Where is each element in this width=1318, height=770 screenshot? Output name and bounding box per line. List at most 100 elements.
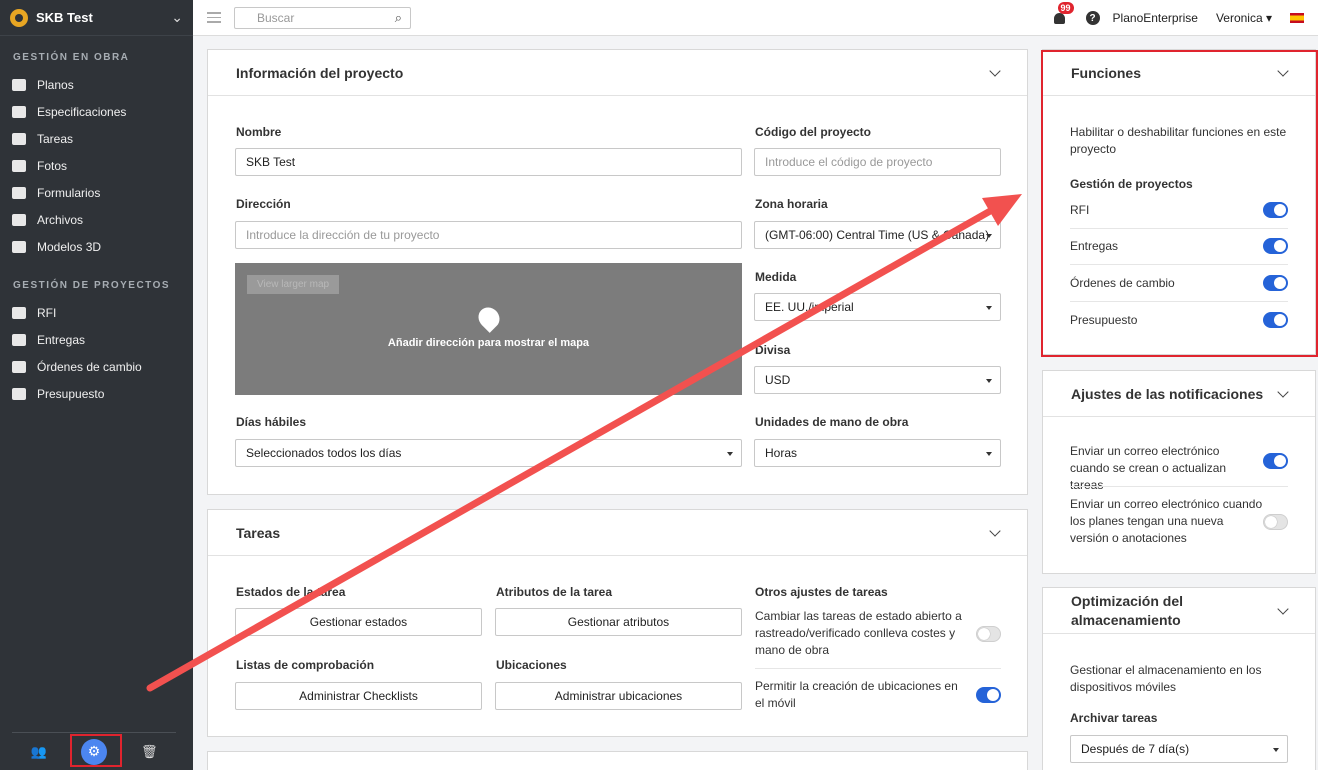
help-icon[interactable]: ?: [1085, 11, 1100, 25]
sidebar-item-label: Archivos: [37, 212, 84, 227]
archive-select[interactable]: Después de 7 día(s): [1070, 735, 1288, 763]
address-field[interactable]: Introduce la dirección de tu proyecto: [235, 221, 742, 249]
map-preview[interactable]: View larger map Añadir dirección para mo…: [235, 263, 742, 395]
topbar: Buscar ⌕ 99 ? PlanoEnterprise Veronica ▾: [193, 0, 1318, 36]
obra-nav: Planos Especificaciones Tareas Fotos For…: [0, 71, 193, 260]
logo-icon: [10, 8, 28, 27]
sidebar-item-entregas[interactable]: Entregas: [0, 326, 193, 353]
plans-icon: [12, 78, 26, 91]
bell-icon[interactable]: 99: [1052, 2, 1074, 26]
manage-checklists-button[interactable]: Administrar Checklists: [235, 682, 482, 710]
days-select[interactable]: Seleccionados todos los días: [235, 439, 742, 467]
sidebar-item-label: Presupuesto: [37, 386, 105, 401]
money-icon: [12, 360, 26, 373]
card-title: Información del proyecto: [236, 64, 404, 81]
manage-states-button[interactable]: Gestionar estados: [235, 608, 482, 636]
chevron-down-icon[interactable]: [1277, 385, 1289, 398]
states-label: Estados de la tarea: [236, 585, 346, 599]
chevron-down-icon[interactable]: [1277, 602, 1289, 615]
search-input[interactable]: Buscar ⌕: [234, 6, 411, 29]
cube-icon: [12, 240, 26, 253]
sidebar-item-label: Órdenes de cambio: [37, 359, 142, 374]
name-field[interactable]: SKB Test: [235, 148, 742, 176]
tasks-card: Tareas Estados de la tarea Gestionar est…: [207, 509, 1028, 737]
email-plans-toggle[interactable]: [1263, 514, 1288, 530]
labor-label: Unidades de mano de obra: [755, 415, 909, 429]
project-info-header[interactable]: Información del proyecto: [208, 50, 1027, 96]
card-title: Ajustes de las notificaciones: [1071, 385, 1264, 402]
address-label: Dirección: [236, 197, 291, 211]
currency-select[interactable]: USD: [754, 366, 1001, 394]
labor-select[interactable]: Horas: [754, 439, 1001, 467]
sidebar-item-formularios[interactable]: Formularios: [0, 179, 193, 206]
chevron-down-icon[interactable]: ⌄: [171, 9, 183, 26]
measure-label: Medida: [755, 270, 797, 284]
highlight-settings-box: [70, 734, 122, 767]
sidebar-item-ordenes-cambio[interactable]: Órdenes de cambio: [0, 353, 193, 380]
sidebar-item-presupuesto[interactable]: Presupuesto: [0, 380, 193, 407]
mobile-locations-toggle[interactable]: [976, 687, 1001, 703]
menu-icon[interactable]: [207, 9, 221, 26]
view-larger-map-button[interactable]: View larger map: [247, 275, 340, 294]
storage-description: Gestionar el almacenamiento en los dispo…: [1070, 663, 1262, 694]
user-name: Veronica: [1215, 11, 1263, 25]
storage-card: Optimización del almacenamiento Gestiona…: [1042, 587, 1316, 770]
sidebar-item-archivos[interactable]: Archivos: [0, 206, 193, 233]
user-icon: [12, 333, 26, 346]
sidebar-item-label: RFI: [37, 305, 57, 320]
email-plans-text: Enviar un correo electrónico cuando los …: [1070, 497, 1263, 545]
sidebar-item-rfi[interactable]: RFI: [0, 299, 193, 326]
manage-locations-button[interactable]: Administrar ubicaciones: [495, 682, 742, 710]
paperclip-icon: [12, 213, 26, 226]
sidebar-item-planos[interactable]: Planos: [0, 71, 193, 98]
chevron-down-icon[interactable]: [989, 524, 1001, 537]
mobile-locations-text: Permitir la creación de ubicaciones en e…: [755, 679, 958, 710]
project-info-card: Información del proyecto Nombre SKB Test…: [207, 49, 1028, 495]
user-menu[interactable]: Veronica ▾: [1216, 11, 1272, 25]
storage-header[interactable]: Optimización del almacenamiento: [1043, 588, 1315, 634]
attributes-label: Atributos de la tarea: [496, 585, 613, 599]
sidebar-item-label: Tareas: [37, 131, 74, 146]
spain-flag-icon[interactable]: [1290, 13, 1304, 23]
sidebar-item-tareas[interactable]: Tareas: [0, 125, 193, 152]
project-name: SKB Test: [36, 10, 93, 25]
sidebar-item-modelos-3d[interactable]: Modelos 3D: [0, 233, 193, 260]
code-field[interactable]: Introduce el código de proyecto: [754, 148, 1001, 176]
search-placeholder: Buscar: [257, 10, 295, 25]
map-hint: Añadir dirección para mostrar el mapa: [387, 337, 590, 349]
team-icon[interactable]: 👥: [28, 741, 50, 763]
pen-icon: [12, 186, 26, 199]
code-label: Código del proyecto: [755, 125, 872, 139]
divider: [1070, 486, 1288, 487]
notifications-header[interactable]: Ajustes de las notificaciones: [1043, 371, 1315, 417]
other-settings-label: Otros ajustes de tareas: [755, 585, 888, 599]
tasks-header[interactable]: Tareas: [208, 510, 1027, 556]
add-location-icon: [474, 303, 504, 333]
change-state-text: Cambiar las tareas de estado abierto a r…: [755, 609, 962, 657]
search-icon[interactable]: ⌕: [395, 10, 402, 26]
sidebar-item-especificaciones[interactable]: Especificaciones: [0, 98, 193, 125]
sidebar-item-label: Entregas: [37, 332, 86, 347]
camera-icon: [12, 159, 26, 172]
calculator-icon: [12, 387, 26, 400]
change-state-toggle[interactable]: [976, 626, 1001, 642]
notifications-card: Ajustes de las notificaciones Enviar un …: [1042, 370, 1316, 574]
timezone-label: Zona horaria: [755, 197, 828, 211]
trash-icon[interactable]: 🗑: [138, 741, 160, 763]
email-tasks-toggle[interactable]: [1263, 453, 1288, 469]
sidebar-item-label: Planos: [37, 77, 74, 92]
timezone-select[interactable]: (GMT-06:00) Central Time (US & Canada): [754, 221, 1001, 249]
card-title: Tareas: [236, 524, 281, 541]
project-switcher[interactable]: SKB Test ⌄: [0, 0, 193, 36]
plan-link[interactable]: PlanoEnterprise: [1113, 11, 1198, 25]
measure-select[interactable]: EE. UU./imperial: [754, 293, 1001, 321]
sidebar-item-label: Modelos 3D: [37, 239, 102, 254]
manage-attributes-button[interactable]: Gestionar atributos: [495, 608, 742, 636]
list-icon: [12, 132, 26, 145]
section-gestion-proyectos: GESTIÓN DE PROYECTOS: [13, 280, 171, 291]
topbar-right: 99 ? PlanoEnterprise Veronica ▾: [1052, 0, 1304, 36]
chevron-down-icon[interactable]: [989, 64, 1001, 77]
archive-label: Archivar tareas: [1070, 711, 1158, 725]
sidebar-item-fotos[interactable]: Fotos: [0, 152, 193, 179]
currency-label: Divisa: [755, 343, 791, 357]
